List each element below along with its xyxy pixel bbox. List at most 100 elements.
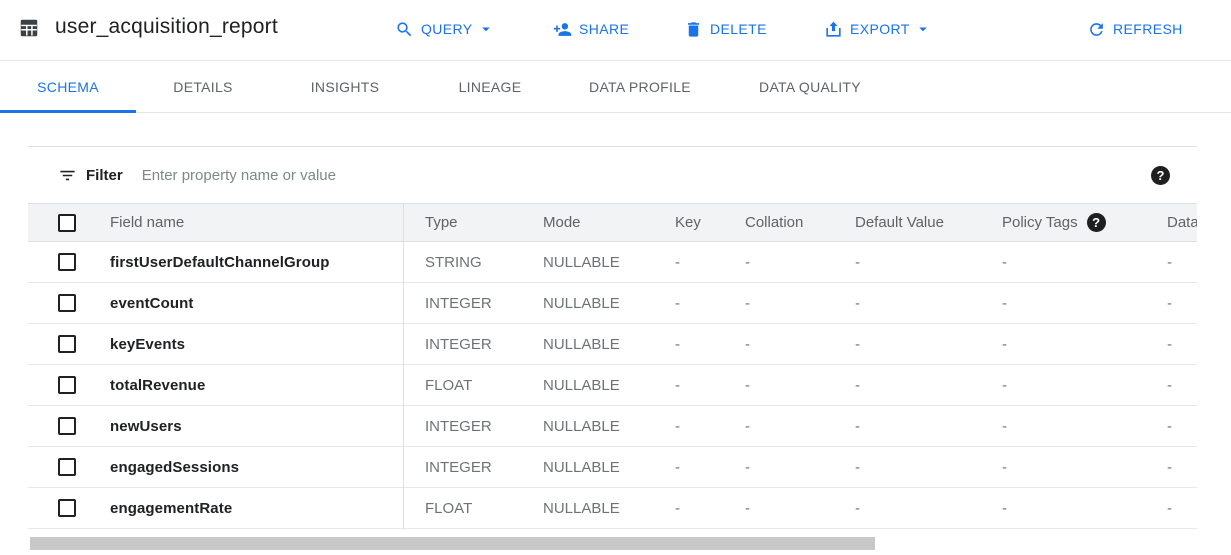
- table-row: newUsers INTEGER NULLABLE - - - - -: [28, 406, 1197, 447]
- mode-cell: NULLABLE: [543, 500, 675, 517]
- collation-cell: -: [745, 459, 855, 476]
- search-icon: [395, 20, 414, 39]
- share-button[interactable]: SHARE: [553, 14, 629, 44]
- column-header-field-name: Field name: [110, 214, 425, 231]
- data-cell: -: [1167, 459, 1197, 476]
- table-row: firstUserDefaultChannelGroup STRING NULL…: [28, 242, 1197, 283]
- schema-panel: Filter Field name Type Mode Key Collatio…: [28, 146, 1197, 529]
- key-cell: -: [675, 254, 745, 271]
- collation-cell: -: [745, 418, 855, 435]
- column-header-type: Type: [425, 214, 543, 231]
- table-header-row: Field name Type Mode Key Collation Defau…: [28, 203, 1197, 242]
- select-all-checkbox[interactable]: [58, 214, 76, 232]
- table-row: engagementRate FLOAT NULLABLE - - - - -: [28, 488, 1197, 529]
- column-header-policy-tags: Policy Tags: [1002, 213, 1167, 232]
- trash-icon: [684, 20, 703, 39]
- table-row: engagedSessions INTEGER NULLABLE - - - -…: [28, 447, 1197, 488]
- policy-tags-help-icon[interactable]: [1087, 213, 1106, 232]
- policy-tags-cell: -: [1002, 254, 1167, 271]
- field-name-cell: engagementRate: [110, 500, 425, 517]
- delete-label: DELETE: [710, 21, 767, 37]
- mode-cell: NULLABLE: [543, 377, 675, 394]
- caret-down-icon: [914, 20, 932, 38]
- mode-cell: NULLABLE: [543, 459, 675, 476]
- table-row: totalRevenue FLOAT NULLABLE - - - - -: [28, 365, 1197, 406]
- table-row: eventCount INTEGER NULLABLE - - - - -: [28, 283, 1197, 324]
- collation-cell: -: [745, 254, 855, 271]
- delete-button[interactable]: DELETE: [684, 14, 767, 44]
- policy-tags-cell: -: [1002, 418, 1167, 435]
- data-cell: -: [1167, 254, 1197, 271]
- default-value-cell: -: [855, 377, 1002, 394]
- collation-cell: -: [745, 500, 855, 517]
- collation-cell: -: [745, 295, 855, 312]
- key-cell: -: [675, 500, 745, 517]
- default-value-cell: -: [855, 254, 1002, 271]
- type-cell: STRING: [425, 254, 543, 271]
- export-label: EXPORT: [850, 21, 910, 37]
- tab-schema[interactable]: SCHEMA: [0, 61, 136, 113]
- refresh-button[interactable]: REFRESH: [1087, 14, 1183, 44]
- row-checkbox[interactable]: [58, 294, 76, 312]
- row-checkbox[interactable]: [58, 335, 76, 353]
- type-cell: INTEGER: [425, 336, 543, 353]
- default-value-cell: -: [855, 336, 1002, 353]
- field-name-cell: newUsers: [110, 418, 425, 435]
- mode-cell: NULLABLE: [543, 336, 675, 353]
- key-cell: -: [675, 418, 745, 435]
- row-checkbox[interactable]: [58, 458, 76, 476]
- tab-details[interactable]: DETAILS: [136, 61, 270, 113]
- collation-cell: -: [745, 336, 855, 353]
- table-icon: [18, 17, 40, 39]
- key-cell: -: [675, 336, 745, 353]
- type-cell: INTEGER: [425, 418, 543, 435]
- policy-tags-cell: -: [1002, 377, 1167, 394]
- key-cell: -: [675, 459, 745, 476]
- help-icon[interactable]: [1151, 166, 1170, 185]
- policy-tags-cell: -: [1002, 336, 1167, 353]
- column-header-default-value: Default Value: [855, 214, 1002, 231]
- key-cell: -: [675, 295, 745, 312]
- filter-input[interactable]: [142, 167, 1151, 184]
- tab-insights[interactable]: INSIGHTS: [270, 61, 420, 113]
- tab-data-quality[interactable]: DATA QUALITY: [720, 61, 900, 113]
- key-cell: -: [675, 377, 745, 394]
- filter-bar: Filter: [28, 147, 1197, 203]
- refresh-icon: [1087, 20, 1106, 39]
- row-checkbox[interactable]: [58, 417, 76, 435]
- query-label: QUERY: [421, 21, 473, 37]
- row-checkbox[interactable]: [58, 499, 76, 517]
- policy-tags-cell: -: [1002, 500, 1167, 517]
- horizontal-scrollbar[interactable]: [30, 537, 875, 550]
- field-name-cell: totalRevenue: [110, 377, 425, 394]
- type-cell: INTEGER: [425, 295, 543, 312]
- mode-cell: NULLABLE: [543, 418, 675, 435]
- page-title: user_acquisition_report: [55, 15, 278, 39]
- type-cell: FLOAT: [425, 377, 543, 394]
- person-add-icon: [553, 20, 572, 39]
- data-cell: -: [1167, 295, 1197, 312]
- row-checkbox[interactable]: [58, 253, 76, 271]
- column-header-collation: Collation: [745, 214, 855, 231]
- table-row: keyEvents INTEGER NULLABLE - - - - -: [28, 324, 1197, 365]
- field-name-cell: firstUserDefaultChannelGroup: [110, 254, 425, 271]
- default-value-cell: -: [855, 295, 1002, 312]
- filter-icon: [58, 166, 77, 185]
- policy-tags-label: Policy Tags: [1002, 214, 1078, 231]
- collation-cell: -: [745, 377, 855, 394]
- tab-data-profile[interactable]: DATA PROFILE: [560, 61, 720, 113]
- data-cell: -: [1167, 377, 1197, 394]
- row-checkbox[interactable]: [58, 376, 76, 394]
- column-divider: [403, 204, 404, 530]
- upload-icon: [824, 20, 843, 39]
- policy-tags-cell: -: [1002, 459, 1167, 476]
- column-header-key: Key: [675, 214, 745, 231]
- mode-cell: NULLABLE: [543, 254, 675, 271]
- export-button[interactable]: EXPORT: [824, 14, 932, 44]
- query-button[interactable]: QUERY: [395, 14, 495, 44]
- table-header-bar: user_acquisition_report QUERY SHARE DELE…: [0, 0, 1231, 61]
- default-value-cell: -: [855, 459, 1002, 476]
- data-cell: -: [1167, 500, 1197, 517]
- tab-lineage[interactable]: LINEAGE: [420, 61, 560, 113]
- share-label: SHARE: [579, 21, 629, 37]
